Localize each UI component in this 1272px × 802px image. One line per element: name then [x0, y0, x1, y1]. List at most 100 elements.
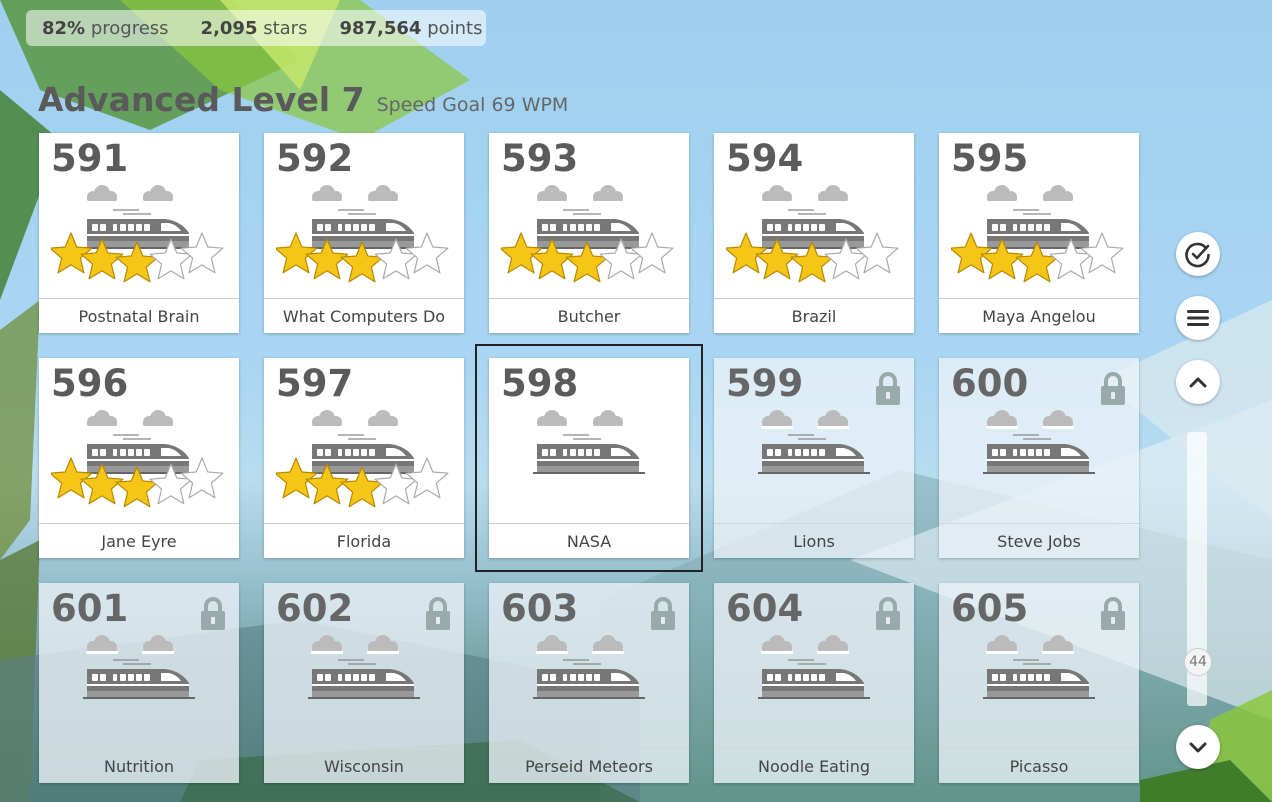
star-icon: [565, 241, 609, 283]
lesson-name: Postnatal Brain: [39, 298, 239, 333]
lesson-stars: [724, 231, 902, 295]
lesson-number: 594: [726, 137, 804, 180]
star-icon: [274, 232, 318, 274]
lesson-number: 605: [951, 587, 1029, 630]
lesson-card[interactable]: 597 Florida: [264, 358, 464, 558]
lesson-illustration: [533, 633, 645, 709]
lesson-card[interactable]: 594 Brazil: [714, 133, 914, 333]
lock-icon: [1101, 597, 1125, 630]
train-icon: [533, 635, 645, 699]
lesson-name: Butcher: [489, 298, 689, 333]
points-label: points: [427, 17, 483, 39]
train-icon: [983, 635, 1095, 699]
lesson-number: 600: [951, 362, 1029, 405]
lesson-card[interactable]: 600 Steve Jobs: [939, 358, 1139, 558]
lesson-card[interactable]: 601 Nutrition: [39, 583, 239, 783]
star-icon: [724, 232, 768, 274]
lock-badge: [1099, 597, 1127, 635]
lesson-stars: [49, 231, 227, 295]
lesson-card[interactable]: 593 Butcher: [489, 133, 689, 333]
lesson-card[interactable]: 591 Postnatal Brain: [39, 133, 239, 333]
chevron-down-icon: [1189, 742, 1207, 753]
lock-icon: [876, 597, 900, 630]
lesson-number: 593: [501, 137, 579, 180]
stats-bar: 82% progress 2,095 stars 987,564 points: [26, 10, 486, 46]
star-icon: [980, 238, 1024, 280]
star-icon: [405, 457, 449, 499]
star-icon: [274, 457, 318, 499]
stars-label: stars: [263, 17, 308, 39]
lesson-card[interactable]: 603 Perseid Meteors: [489, 583, 689, 783]
lesson-number: 595: [951, 137, 1029, 180]
progress-check-button[interactable]: [1176, 232, 1220, 276]
star-icon: [755, 238, 799, 280]
star-icon: [855, 232, 899, 274]
lesson-card[interactable]: 599 Lions: [714, 358, 914, 558]
star-rating: [49, 232, 224, 283]
lesson-name: Maya Angelou: [939, 298, 1139, 333]
lesson-card[interactable]: 604 Noodle Eating: [714, 583, 914, 783]
lesson-illustration: [533, 408, 645, 484]
star-icon: [405, 232, 449, 274]
lock-badge: [874, 597, 902, 635]
train-icon: [533, 410, 645, 474]
lesson-name: Brazil: [714, 298, 914, 333]
star-rating: [274, 232, 449, 283]
progress-value: 82%: [42, 17, 86, 39]
lesson-number: 597: [276, 362, 354, 405]
lesson-card[interactable]: 596 Jane Eyre: [39, 358, 239, 558]
lesson-name: Wisconsin: [264, 748, 464, 783]
lesson-illustration: [758, 633, 870, 709]
lesson-number: 601: [51, 587, 129, 630]
lock-icon: [426, 597, 450, 630]
star-icon: [180, 232, 224, 274]
star-icon: [180, 457, 224, 499]
points-stat: 987,564 points: [323, 18, 498, 39]
lock-badge: [424, 597, 452, 635]
train-icon: [758, 410, 870, 474]
menu-button[interactable]: [1176, 296, 1220, 340]
lesson-name: Perseid Meteors: [489, 748, 689, 783]
train-icon: [983, 410, 1095, 474]
lesson-card[interactable]: 592 What Computers Do: [264, 133, 464, 333]
train-icon: [83, 635, 195, 699]
lesson-name: Noodle Eating: [714, 748, 914, 783]
star-icon: [599, 238, 643, 280]
stars-stat: 2,095 stars: [185, 18, 324, 39]
lock-badge: [649, 597, 677, 635]
progress-label: progress: [90, 17, 169, 39]
lesson-name: NASA: [489, 523, 689, 558]
scroll-up-button[interactable]: [1176, 360, 1220, 404]
lesson-stars: [274, 456, 452, 520]
lesson-card[interactable]: 605 Picasso: [939, 583, 1139, 783]
star-icon: [499, 232, 543, 274]
star-icon: [80, 463, 124, 505]
lesson-number: 602: [276, 587, 354, 630]
star-icon: [790, 241, 834, 283]
lesson-illustration: [983, 408, 1095, 484]
star-rating: [724, 232, 899, 283]
lesson-number: 599: [726, 362, 804, 405]
star-rating: [49, 457, 224, 508]
lesson-illustration: [83, 633, 195, 709]
lock-icon: [876, 372, 900, 405]
lesson-name: Lions: [714, 523, 914, 558]
lesson-card[interactable]: 602 Wisconsin: [264, 583, 464, 783]
speed-goal: Speed Goal 69 WPM: [376, 94, 569, 116]
lesson-number: 592: [276, 137, 354, 180]
lesson-card[interactable]: 598 NASA: [475, 344, 703, 572]
scroll-down-button[interactable]: [1176, 725, 1220, 769]
lesson-card[interactable]: 595 Maya Angelou: [939, 133, 1139, 333]
star-icon: [80, 238, 124, 280]
lock-badge: [874, 372, 902, 410]
train-icon: [758, 635, 870, 699]
star-icon: [49, 457, 93, 499]
progress-stat: 82% progress: [26, 18, 185, 39]
lesson-stars: [274, 231, 452, 295]
star-icon: [374, 238, 418, 280]
level-scroll-thumb[interactable]: 44: [1184, 648, 1212, 676]
star-icon: [305, 463, 349, 505]
level-header: Advanced Level 7 Speed Goal 69 WPM: [38, 80, 568, 119]
lock-icon: [651, 597, 675, 630]
star-icon: [49, 232, 93, 274]
